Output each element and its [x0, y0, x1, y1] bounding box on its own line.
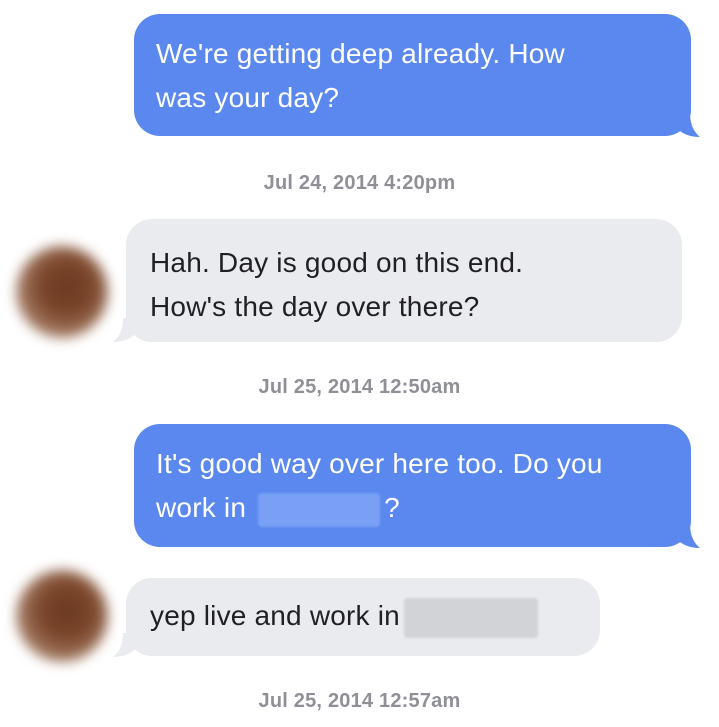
redacted-location [403, 597, 538, 638]
message-timestamp: Jul 25, 2014 12:57am [258, 690, 461, 712]
message-text-line: Hah. Day is good on this end. [150, 247, 524, 278]
message-text-line: was your day? [156, 82, 340, 113]
message-bubble-sent[interactable]: We're getting deep already. How was your… [134, 14, 691, 136]
bubble-tail-received [113, 633, 137, 657]
message-text-fragment: work in [156, 492, 247, 523]
message-bubble-received[interactable]: Hah. Day is good on this end. How's the … [126, 219, 682, 342]
contact-avatar[interactable] [16, 570, 108, 662]
message-text-line: We're getting deep already. How [156, 38, 565, 69]
message-text-fragment: ? [384, 492, 400, 523]
message-text-line: yep live and work in [150, 594, 576, 638]
message-timestamp: Jul 25, 2014 12:50am [258, 376, 461, 398]
message-text-fragment: yep live and work in [150, 600, 400, 631]
bubble-tail-received [113, 318, 137, 342]
message-text-line: How's the day over there? [150, 291, 480, 322]
message-bubble-received[interactable]: yep live and work in [126, 578, 600, 656]
message-text-line: It's good way over here too. Do you [156, 448, 603, 479]
message-timestamp: Jul 24, 2014 4:20pm [263, 172, 456, 194]
bubble-tail-sent [676, 524, 700, 548]
contact-avatar[interactable] [16, 246, 108, 338]
message-bubble-sent[interactable]: It's good way over here too. Do you work… [134, 424, 691, 547]
bubble-tail-sent [676, 113, 700, 137]
message-text-line: work in ? [156, 486, 669, 530]
redacted-location [258, 492, 381, 527]
conversation-view: { "messages": [ { "direction": "sent", "… [0, 0, 719, 727]
